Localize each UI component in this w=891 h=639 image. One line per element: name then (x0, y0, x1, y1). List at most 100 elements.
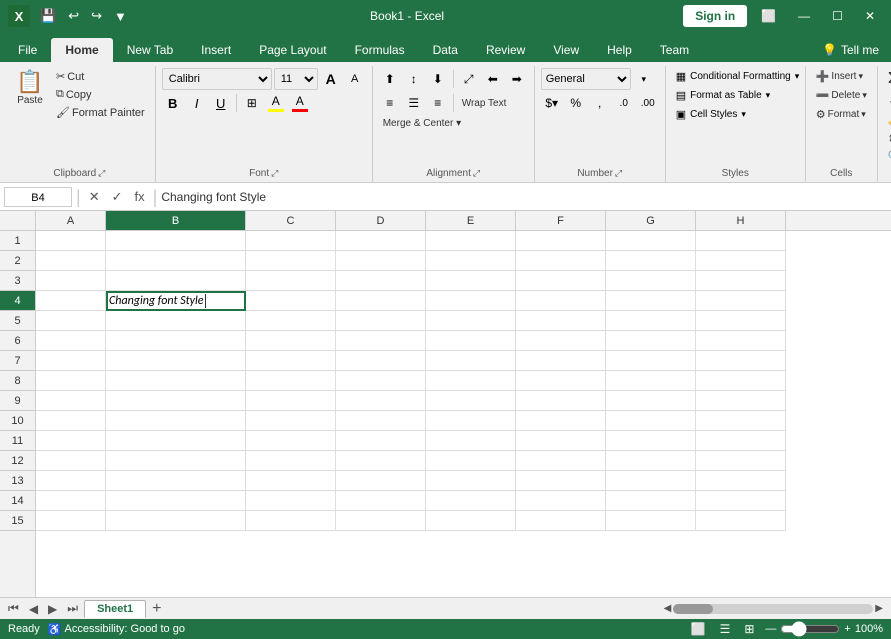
sort-filter-button[interactable]: ↕ Sort & Filter (884, 130, 891, 146)
cell-a4[interactable] (36, 291, 106, 311)
cell-a8[interactable] (36, 371, 106, 391)
cell-f1[interactable] (516, 231, 606, 251)
cell-g6[interactable] (606, 331, 696, 351)
cell-g9[interactable] (606, 391, 696, 411)
cell-b10[interactable] (106, 411, 246, 431)
cell-a6[interactable] (36, 331, 106, 351)
number-dialog-launcher[interactable]: ⤢ (615, 168, 622, 179)
cell-b8[interactable] (106, 371, 246, 391)
cell-h7[interactable] (696, 351, 786, 371)
merge-center-button[interactable]: Merge & Center ▾ (379, 116, 465, 131)
cell-e8[interactable] (426, 371, 516, 391)
cell-f8[interactable] (516, 371, 606, 391)
cell-a3[interactable] (36, 271, 106, 291)
cell-c3[interactable] (246, 271, 336, 291)
maximize-button[interactable]: ☐ (824, 5, 851, 27)
row-header-5[interactable]: 5 (0, 311, 35, 331)
delete-cells-button[interactable]: ➖ Delete ▾ (812, 87, 871, 104)
col-header-c[interactable]: C (246, 211, 336, 230)
row-header-2[interactable]: 2 (0, 251, 35, 271)
row-header-8[interactable]: 8 (0, 371, 35, 391)
cell-h12[interactable] (696, 451, 786, 471)
font-size-select[interactable]: 11 (274, 68, 318, 90)
cell-f4[interactable] (516, 291, 606, 311)
cell-h1[interactable] (696, 231, 786, 251)
cell-g2[interactable] (606, 251, 696, 271)
cell-g1[interactable] (606, 231, 696, 251)
cell-e15[interactable] (426, 511, 516, 531)
cell-g15[interactable] (606, 511, 696, 531)
cell-h11[interactable] (696, 431, 786, 451)
font-color-button[interactable]: A (289, 93, 311, 113)
cell-h15[interactable] (696, 511, 786, 531)
format-painter-button[interactable]: 🖌 Format Painter (52, 104, 149, 121)
minimize-button[interactable]: — (790, 5, 818, 27)
close-button[interactable]: ✕ (857, 5, 883, 27)
select-all-button[interactable] (0, 211, 36, 230)
horizontal-scrollbar[interactable] (673, 604, 873, 614)
row-header-7[interactable]: 7 (0, 351, 35, 371)
align-right-button[interactable]: ≡ (427, 92, 449, 114)
cell-b2[interactable] (106, 251, 246, 271)
tab-file[interactable]: File (4, 38, 51, 62)
cell-c10[interactable] (246, 411, 336, 431)
normal-view-button[interactable]: ⬜ (688, 622, 709, 636)
cell-c6[interactable] (246, 331, 336, 351)
tab-home[interactable]: Home (51, 38, 112, 62)
cell-b7[interactable] (106, 351, 246, 371)
percent-button[interactable]: % (565, 92, 587, 114)
cell-d6[interactable] (336, 331, 426, 351)
cell-h3[interactable] (696, 271, 786, 291)
tab-formulas[interactable]: Formulas (341, 38, 419, 62)
tab-data[interactable]: Data (419, 38, 472, 62)
redo-button[interactable]: ↪ (87, 6, 106, 26)
scroll-right-button[interactable]: ▶ (875, 603, 883, 614)
cell-e14[interactable] (426, 491, 516, 511)
col-header-e[interactable]: E (426, 211, 516, 230)
cell-a12[interactable] (36, 451, 106, 471)
cell-d4[interactable] (336, 291, 426, 311)
cell-f15[interactable] (516, 511, 606, 531)
cell-e5[interactable] (426, 311, 516, 331)
cell-b4[interactable]: Changing font Style (106, 291, 246, 311)
cell-b14[interactable] (106, 491, 246, 511)
tab-pagelayout[interactable]: Page Layout (245, 38, 340, 62)
cell-a11[interactable] (36, 431, 106, 451)
indent-increase-button[interactable]: ➡ (506, 68, 528, 90)
cell-g7[interactable] (606, 351, 696, 371)
row-header-10[interactable]: 10 (0, 411, 35, 431)
italic-button[interactable]: I (186, 92, 208, 114)
insert-cells-button[interactable]: ➕ Insert ▾ (812, 68, 867, 85)
font-dialog-launcher[interactable]: ⤢ (271, 168, 278, 179)
cell-e12[interactable] (426, 451, 516, 471)
cell-d1[interactable] (336, 231, 426, 251)
formula-cancel-button[interactable]: ✕ (85, 187, 104, 207)
tab-insert[interactable]: Insert (187, 38, 245, 62)
cut-button[interactable]: ✂ Cut (52, 68, 149, 85)
row-header-11[interactable]: 11 (0, 431, 35, 451)
cell-f2[interactable] (516, 251, 606, 271)
cell-e7[interactable] (426, 351, 516, 371)
cell-f3[interactable] (516, 271, 606, 291)
tell-me-button[interactable]: Tell me (841, 43, 879, 57)
cell-h6[interactable] (696, 331, 786, 351)
cell-h14[interactable] (696, 491, 786, 511)
cell-g14[interactable] (606, 491, 696, 511)
cell-f5[interactable] (516, 311, 606, 331)
sheet-nav-first[interactable]: ⏮ (4, 600, 23, 617)
scroll-left-button[interactable]: ◀ (664, 603, 672, 614)
number-format-select[interactable]: General (541, 68, 631, 90)
cell-g13[interactable] (606, 471, 696, 491)
cell-d10[interactable] (336, 411, 426, 431)
increase-decimal-button[interactable]: .0 (613, 92, 635, 114)
cell-b13[interactable] (106, 471, 246, 491)
cell-e9[interactable] (426, 391, 516, 411)
tab-help[interactable]: Help (593, 38, 646, 62)
cell-e4[interactable] (426, 291, 516, 311)
cell-d2[interactable] (336, 251, 426, 271)
indent-decrease-button[interactable]: ⬅ (482, 68, 504, 90)
cell-a9[interactable] (36, 391, 106, 411)
cell-g5[interactable] (606, 311, 696, 331)
cell-c7[interactable] (246, 351, 336, 371)
cell-d8[interactable] (336, 371, 426, 391)
